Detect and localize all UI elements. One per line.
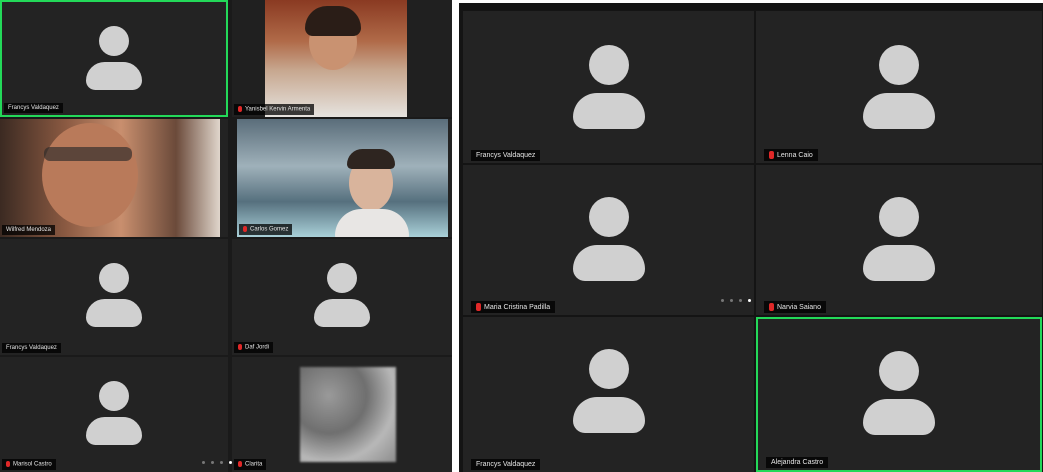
participant-name: Francys Valdaquez — [471, 150, 541, 161]
microphone-muted-icon — [6, 461, 10, 468]
avatar-icon — [863, 45, 935, 129]
microphone-muted-icon — [238, 461, 242, 468]
avatar-icon — [572, 45, 645, 129]
participant-name: Wilfred Mendoza — [2, 225, 56, 235]
left-meeting-window: Francys Valdaquez Yanisbel Kervin Arment… — [0, 0, 452, 472]
participant-tile[interactable]: Lenna Caio — [756, 11, 1042, 163]
participant-tile[interactable]: Clarita — [232, 357, 452, 472]
participant-tile[interactable]: Francys Valdaquez — [463, 11, 754, 163]
participant-name: Daf Jordi — [234, 342, 274, 353]
microphone-muted-icon — [769, 303, 774, 311]
participant-tile[interactable]: Yanisbel Kervin Armenta — [232, 0, 452, 117]
microphone-muted-icon — [476, 303, 481, 311]
microphone-muted-icon — [238, 344, 242, 351]
participant-tile[interactable]: Narvia Saiano — [756, 165, 1042, 315]
hair — [305, 6, 361, 36]
avatar-icon — [572, 349, 645, 433]
participant-tile[interactable]: Daf Jordi — [232, 239, 452, 355]
avatar-icon — [863, 351, 935, 435]
participant-name: Lenna Caio — [764, 149, 818, 161]
avatar-icon — [314, 263, 370, 327]
avatar-icon — [86, 381, 142, 445]
participant-name: Carlos Gomez — [239, 224, 293, 235]
microphone-muted-icon — [769, 151, 774, 159]
participant-tile[interactable]: Wilfred Mendoza — [0, 119, 228, 237]
participant-tile[interactable]: Maria Cristina Padilla — [463, 165, 754, 315]
participant-video — [300, 367, 396, 462]
avatar-icon — [86, 26, 142, 90]
glasses — [44, 147, 132, 161]
participant-video — [265, 0, 407, 117]
participant-name: Narvia Saiano — [764, 301, 826, 313]
participant-name: Francys Valdaquez — [2, 343, 61, 353]
hand — [335, 209, 409, 237]
participant-name: Francys Valdaquez — [4, 103, 63, 113]
avatar-icon — [86, 263, 142, 327]
participant-tile[interactable]: Francys Valdaquez — [0, 239, 228, 355]
avatar-icon — [863, 197, 935, 281]
participant-tile[interactable]: Marisol Castro — [0, 357, 228, 472]
page-dots-icon[interactable] — [202, 461, 232, 464]
microphone-muted-icon — [238, 106, 242, 113]
page-dots-icon[interactable] — [721, 299, 751, 302]
face — [42, 123, 138, 227]
participant-tile[interactable]: Alejandra Castro — [756, 317, 1042, 472]
participant-video — [237, 119, 448, 237]
avatar-icon — [572, 197, 645, 281]
microphone-muted-icon — [243, 226, 247, 233]
participant-tile[interactable]: Carlos Gomez — [237, 119, 452, 237]
participant-name: Yanisbel Kervin Armenta — [234, 104, 315, 115]
right-meeting-window: Francys Valdaquez Lenna Caio Maria Crist… — [459, 3, 1043, 472]
participant-name: Marisol Castro — [2, 459, 56, 470]
participant-name: Maria Cristina Padilla — [471, 301, 556, 313]
participant-name: Francys Valdaquez — [471, 459, 541, 470]
participant-name: Clarita — [234, 459, 267, 470]
participant-name: Alejandra Castro — [766, 457, 829, 468]
participant-tile[interactable]: Francys Valdaquez — [0, 0, 228, 117]
participant-tile[interactable]: Francys Valdaquez — [463, 317, 754, 472]
hair — [347, 149, 395, 169]
participant-video — [0, 119, 220, 237]
